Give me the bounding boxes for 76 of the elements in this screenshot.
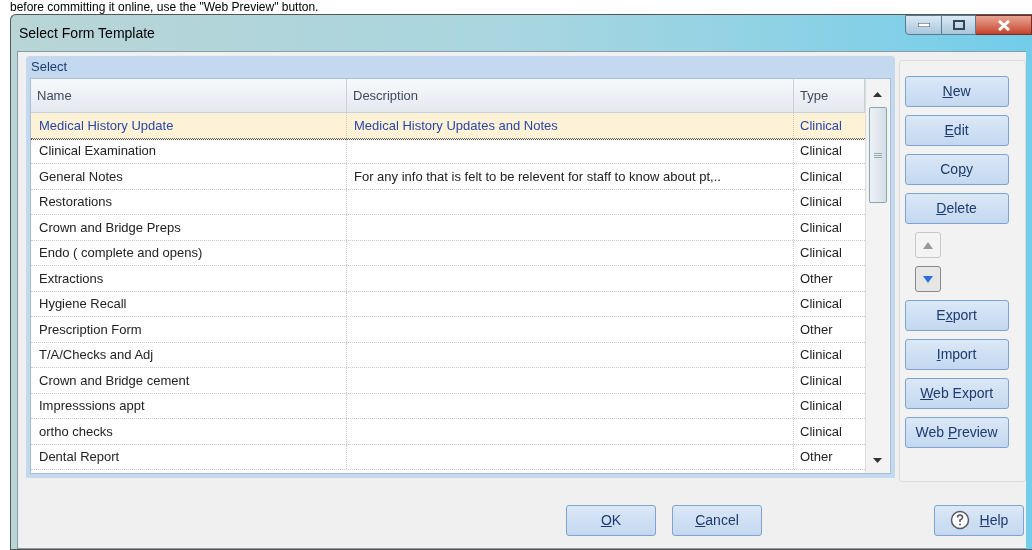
maximize-icon [952, 20, 965, 30]
table-row[interactable]: Endo ( complete and opens) Clinical [31, 240, 865, 266]
scroll-up-icon [873, 92, 883, 97]
table-cell: Impresssions appt [31, 393, 347, 418]
arrow-down-icon [921, 274, 934, 284]
move-down-button[interactable] [914, 266, 941, 292]
table-cell: Crown and Bridge Preps [31, 215, 347, 240]
table-row[interactable]: General Notes For any info that is felt to be relevent for staff to know about pt,.. Clinical [31, 164, 865, 190]
table-cell-text: Clinical [799, 244, 843, 262]
minimize-button[interactable] [905, 15, 942, 35]
table-cell: Extractions [31, 266, 347, 291]
table-cell-text: Clinical [799, 218, 843, 237]
minimize-icon [917, 23, 930, 27]
table-cell-text: Other [799, 269, 834, 288]
table-row[interactable]: T/A/Checks and Adj Clinical [31, 342, 865, 368]
column-header[interactable]: Name [31, 79, 347, 112]
side-button[interactable]: Web Preview [904, 417, 1009, 448]
table-row[interactable]: Impresssions appt Clinical [31, 393, 865, 419]
table-row[interactable]: Extractions Other [31, 266, 865, 292]
dialog-button[interactable]: OK [566, 504, 656, 536]
table-cell: Prescription Form [31, 317, 347, 342]
side-button[interactable]: Delete [904, 193, 1009, 224]
maximize-button[interactable] [942, 15, 976, 35]
table-cell: General Notes [31, 164, 347, 189]
window-title: Select Form Template [19, 24, 155, 43]
table-cell: Hygiene Recall [31, 291, 347, 316]
scrollbar-thumb[interactable] [868, 107, 887, 203]
close-icon [997, 19, 1010, 31]
table-cell: T/A/Checks and Adj [31, 342, 347, 367]
side-button[interactable]: Export [904, 300, 1009, 331]
side-button[interactable]: Import [904, 339, 1009, 370]
table-row[interactable]: Prescription Form Other [31, 317, 865, 343]
table-cell: Restorations [31, 189, 347, 214]
table-row[interactable]: Medical History Update Medical History Updates and Notes Clinical [31, 113, 865, 139]
close-button[interactable] [976, 15, 1032, 35]
table-cell-text: Clinical [799, 422, 843, 441]
table-cell-text: Clinical [799, 295, 843, 313]
grip-icon [873, 152, 882, 158]
table-row[interactable]: Clinical Examination Clinical [31, 138, 865, 164]
table-cell-text: Clinical [799, 193, 843, 211]
help-icon [949, 510, 970, 530]
table-cell-text: Other [799, 320, 834, 339]
table-cell: For any info that is felt to be relevent for staff to know about pt,.. [347, 164, 794, 189]
side-button[interactable]: Copy [904, 154, 1009, 185]
table-row[interactable]: Crown and Bridge cement Clinical [31, 368, 865, 394]
table-row[interactable]: Restorations Clinical [31, 189, 865, 215]
table-cell: Medical History Update [31, 113, 347, 138]
table-cell-text: Clinical [799, 142, 843, 160]
table-cell-text: Clinical [799, 397, 843, 415]
dialog-button[interactable]: Cancel [672, 504, 762, 536]
table-cell-text: Clinical [799, 346, 843, 364]
table-cell: Dental Report [31, 444, 347, 469]
arrow-up-icon [921, 240, 934, 250]
table-cell: ortho checks [31, 419, 347, 444]
group-title: Select [30, 58, 69, 76]
side-button[interactable]: New [904, 76, 1009, 107]
table-cell: Crown and Bridge cement [31, 368, 347, 393]
column-header[interactable]: Type [794, 79, 865, 112]
table-row[interactable]: Crown and Bridge Preps Clinical [31, 215, 865, 241]
table-row[interactable]: Dental Report Other [31, 444, 865, 470]
table-cell: Clinical Examination [31, 138, 347, 163]
table-cell-text: Clinical [799, 116, 843, 135]
table-cell: Medical History Updates and Notes [347, 113, 794, 138]
document-text: before committing it online, use the "Web Preview" button. [9, 0, 320, 14]
help-button[interactable]: Help [934, 504, 1024, 536]
table-cell-text: Clinical [799, 167, 843, 186]
scroll-down-icon [873, 458, 883, 463]
side-button[interactable]: Edit [904, 115, 1009, 146]
table-row[interactable]: Hygiene Recall Clinical [31, 291, 865, 317]
table-cell-text: Other [799, 448, 834, 466]
table-cell: Endo ( complete and opens) [31, 240, 347, 265]
column-header[interactable]: Description [347, 79, 794, 112]
scrollbar[interactable] [864, 79, 890, 473]
table-cell-text: Clinical [799, 371, 843, 390]
table-row[interactable]: ortho checks Clinical [31, 419, 865, 445]
side-button[interactable]: Web Export [904, 378, 1009, 409]
